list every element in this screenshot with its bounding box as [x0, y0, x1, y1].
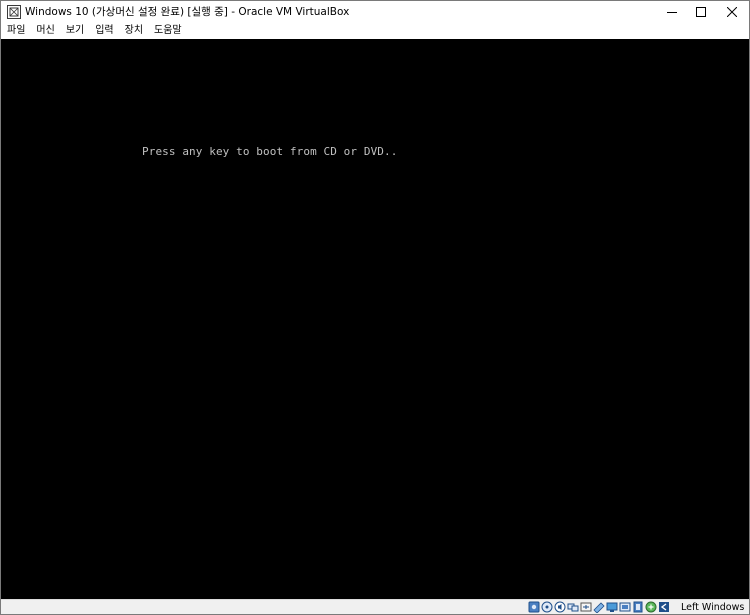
status-icons	[528, 601, 670, 614]
menu-item-view[interactable]: 보기	[60, 23, 89, 39]
boot-message: Press any key to boot from CD or DVD..	[142, 145, 398, 158]
network-icon[interactable]	[567, 601, 579, 613]
usb-icon[interactable]	[580, 601, 592, 613]
maximize-icon	[696, 7, 706, 17]
display-icon[interactable]	[606, 601, 618, 613]
mouse-integration-icon[interactable]	[645, 601, 657, 613]
close-icon	[727, 7, 737, 17]
minimize-button[interactable]	[657, 1, 687, 23]
shared-folders-icon[interactable]	[593, 601, 605, 613]
menu-item-devices[interactable]: 장치	[119, 23, 148, 39]
vm-display[interactable]: Press any key to boot from CD or DVD..	[1, 39, 749, 599]
menu-bar: 파일 머신 보기 입력 장치 도움말	[1, 23, 749, 39]
host-key-icon[interactable]	[658, 601, 670, 613]
menu-item-file[interactable]: 파일	[1, 23, 30, 39]
cpu-icon[interactable]	[632, 601, 644, 613]
hard-disk-icon[interactable]	[528, 601, 540, 613]
status-bar: Left Windows	[1, 599, 749, 614]
maximize-button[interactable]	[686, 1, 716, 23]
minimize-icon	[667, 12, 677, 13]
window-title: Windows 10 (가상머신 설정 완료) [실행 중] - Oracle …	[25, 6, 350, 18]
audio-icon[interactable]	[554, 601, 566, 613]
host-key-label: Left Windows	[681, 602, 745, 613]
menu-item-input[interactable]: 입력	[89, 23, 118, 39]
virtualbox-window: Windows 10 (가상머신 설정 완료) [실행 중] - Oracle …	[0, 0, 750, 615]
close-button[interactable]	[717, 1, 747, 23]
virtualbox-icon	[7, 5, 21, 19]
title-bar[interactable]: Windows 10 (가상머신 설정 완료) [실행 중] - Oracle …	[1, 1, 749, 23]
menu-item-machine[interactable]: 머신	[30, 23, 59, 39]
video-capture-icon[interactable]	[619, 601, 631, 613]
menu-item-help[interactable]: 도움말	[148, 23, 187, 39]
optical-drive-icon[interactable]	[541, 601, 553, 613]
